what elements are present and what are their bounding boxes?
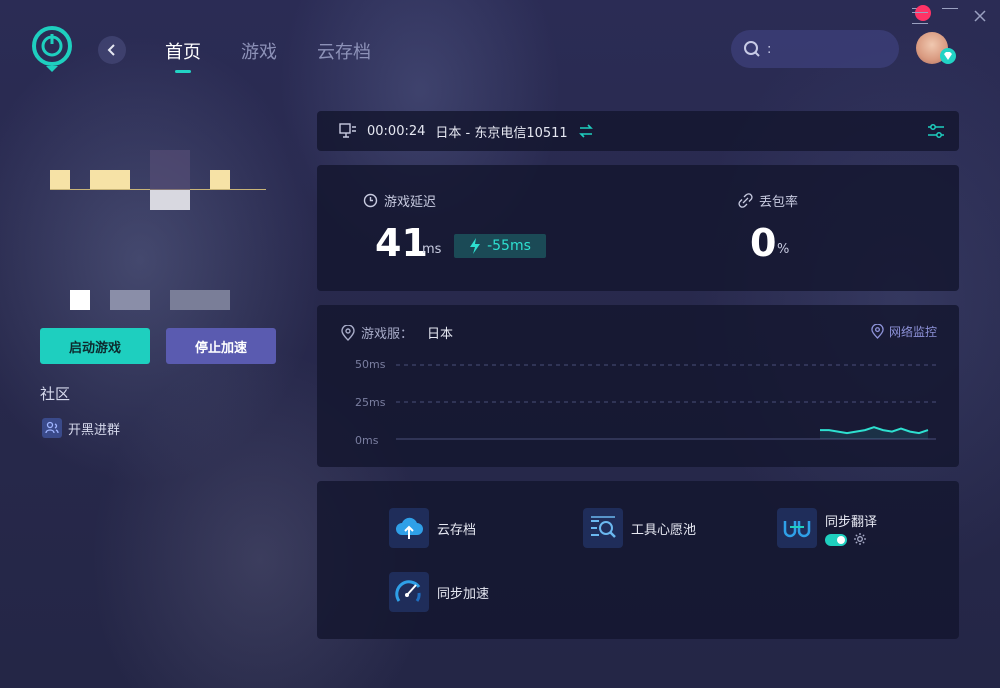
latency-delta-badge: -55ms bbox=[454, 234, 546, 258]
community-title: 社区 bbox=[40, 385, 71, 403]
latency-chart bbox=[396, 364, 936, 440]
main-nav: 首页 游戏 云存档 bbox=[165, 38, 371, 64]
lightning-icon bbox=[470, 238, 481, 254]
latency-label: 游戏延迟 bbox=[384, 195, 437, 210]
menu-button[interactable] bbox=[912, 5, 931, 24]
connection-timer: 00:00:24 bbox=[367, 123, 426, 139]
back-button[interactable] bbox=[98, 36, 126, 64]
clock-icon bbox=[363, 193, 378, 208]
game-title-mosaic bbox=[50, 150, 270, 310]
search-input[interactable] bbox=[767, 41, 887, 57]
window-controls bbox=[912, 5, 988, 24]
wish-pool-icon bbox=[583, 508, 623, 548]
latency-graph-panel: 游戏服： 日本 网络监控 50ms 25ms 0ms bbox=[317, 305, 959, 467]
group-icon bbox=[42, 418, 62, 438]
tool-wish-pool[interactable]: 工具心愿池 bbox=[583, 508, 696, 548]
tab-cloud-save[interactable]: 云存档 bbox=[317, 38, 371, 64]
connection-bar: 00:00:24 日本 - 东京电信10511 bbox=[317, 111, 959, 151]
latency-unit: ms bbox=[422, 242, 442, 257]
loss-unit: % bbox=[777, 242, 790, 257]
tools-panel: 云存档 工具心愿池 同步翻译 同步加速 bbox=[317, 481, 959, 639]
tool-label: 工具心愿池 bbox=[631, 522, 697, 538]
menu-icon bbox=[912, 5, 931, 24]
stats-panel: 游戏延迟 41 ms -55ms 丢包率 0 % bbox=[317, 165, 959, 291]
tab-games[interactable]: 游戏 bbox=[241, 38, 277, 64]
stop-boost-button[interactable]: 停止加速 bbox=[166, 328, 276, 364]
tool-label: 同步加速 bbox=[437, 586, 490, 602]
notification-dot bbox=[915, 5, 931, 21]
loss-label: 丢包率 bbox=[759, 195, 799, 210]
latency-label-group: 游戏延迟 bbox=[363, 191, 436, 210]
latency-value: 41 bbox=[375, 221, 428, 265]
start-game-button[interactable]: 启动游戏 bbox=[40, 328, 150, 364]
speedometer-icon bbox=[389, 572, 429, 612]
connection-route: 日本 - 东京电信10511 bbox=[435, 125, 568, 141]
close-button[interactable] bbox=[972, 8, 988, 24]
minimize-button[interactable] bbox=[942, 8, 958, 24]
settings-sliders-icon[interactable] bbox=[927, 123, 945, 139]
broken-link-icon bbox=[738, 193, 753, 208]
app-logo bbox=[32, 26, 72, 72]
switch-route-icon[interactable] bbox=[578, 124, 594, 138]
search-icon bbox=[744, 41, 760, 57]
loss-value: 0 bbox=[750, 221, 777, 265]
close-icon bbox=[974, 10, 986, 22]
monitor-icon bbox=[339, 123, 356, 138]
gear-icon[interactable] bbox=[853, 532, 867, 546]
latency-delta: -55ms bbox=[487, 238, 531, 254]
minimize-icon bbox=[942, 8, 958, 24]
latency-area bbox=[820, 427, 928, 439]
tab-home[interactable]: 首页 bbox=[165, 38, 201, 64]
vip-diamond-icon bbox=[940, 48, 956, 64]
cloud-upload-icon bbox=[389, 508, 429, 548]
tool-label: 云存档 bbox=[437, 522, 477, 538]
join-group-label: 开黑进群 bbox=[68, 422, 121, 438]
tool-sync-boost[interactable]: 同步加速 bbox=[389, 572, 489, 612]
join-group-link[interactable]: 开黑进群 bbox=[42, 418, 120, 438]
tool-cloud-save[interactable]: 云存档 bbox=[389, 508, 476, 548]
search-box[interactable] bbox=[731, 30, 899, 68]
loss-label-group: 丢包率 bbox=[738, 191, 798, 210]
tool-label: 同步翻译 bbox=[825, 514, 878, 530]
translate-toggle[interactable] bbox=[825, 534, 847, 546]
chevron-left-icon bbox=[107, 44, 115, 56]
translate-icon bbox=[777, 508, 817, 548]
